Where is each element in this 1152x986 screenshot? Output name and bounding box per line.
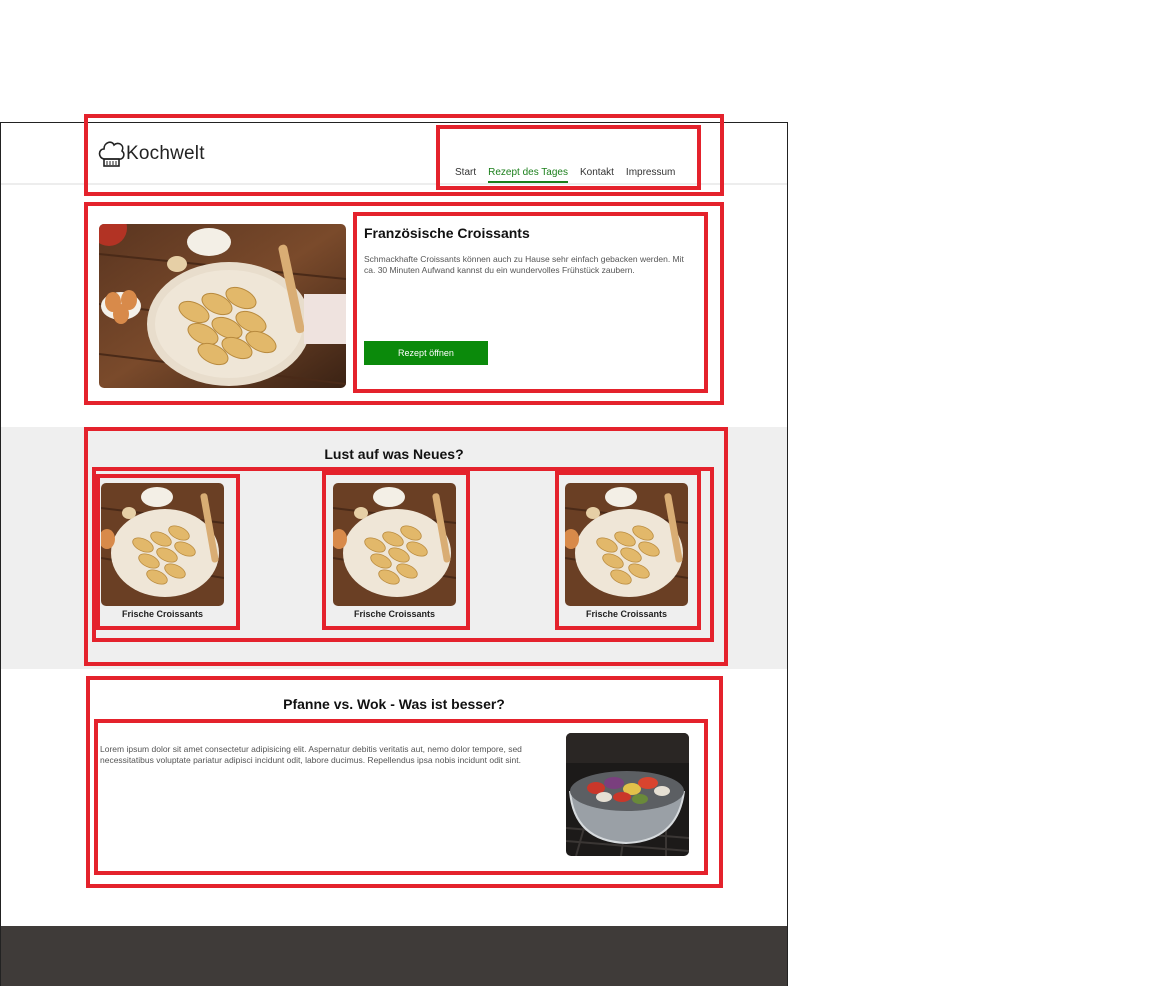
wok-image[interactable] [566, 733, 689, 856]
croissant-thumbnail [333, 483, 456, 606]
recipe-card-label: Frische Croissants [353, 609, 436, 619]
site-header: Kochwelt Start Rezept des Tages Kontakt … [1, 123, 787, 185]
nav-kontakt[interactable]: Kontakt [580, 167, 614, 183]
site-footer [1, 926, 787, 986]
article-text: Lorem ipsum dolor sit amet consectetur a… [100, 744, 522, 765]
croissant-hero-image[interactable] [99, 224, 346, 388]
brand-name: Kochwelt [126, 143, 205, 164]
main-nav: Start Rezept des Tages Kontakt Impressum [455, 167, 675, 183]
recipe-card-label: Frische Croissants [121, 609, 204, 619]
page-frame: Kochwelt Start Rezept des Tages Kontakt … [0, 122, 788, 986]
recipe-card[interactable]: Frische Croissants [101, 483, 226, 625]
chef-hat-icon [98, 141, 125, 167]
article-title: Pfanne vs. Wok - Was ist besser? [283, 696, 505, 712]
suggestions-title: Lust auf was Neues? [324, 446, 464, 462]
croissant-thumbnail [101, 483, 224, 606]
nav-rezept-des-tages[interactable]: Rezept des Tages [488, 167, 568, 183]
logo[interactable]: Kochwelt [98, 139, 205, 169]
nav-start[interactable]: Start [455, 167, 476, 183]
recipe-card[interactable]: Frische Croissants [333, 483, 458, 625]
hero-description: Schmackhafte Croissants können auch zu H… [364, 254, 684, 275]
nav-impressum[interactable]: Impressum [626, 167, 675, 183]
recipe-card[interactable]: Frische Croissants [565, 483, 690, 625]
open-recipe-button[interactable]: Rezept öffnen [364, 341, 488, 365]
hero-title: Französische Croissants [364, 225, 530, 241]
croissant-thumbnail [565, 483, 688, 606]
recipe-card-label: Frische Croissants [585, 609, 668, 619]
